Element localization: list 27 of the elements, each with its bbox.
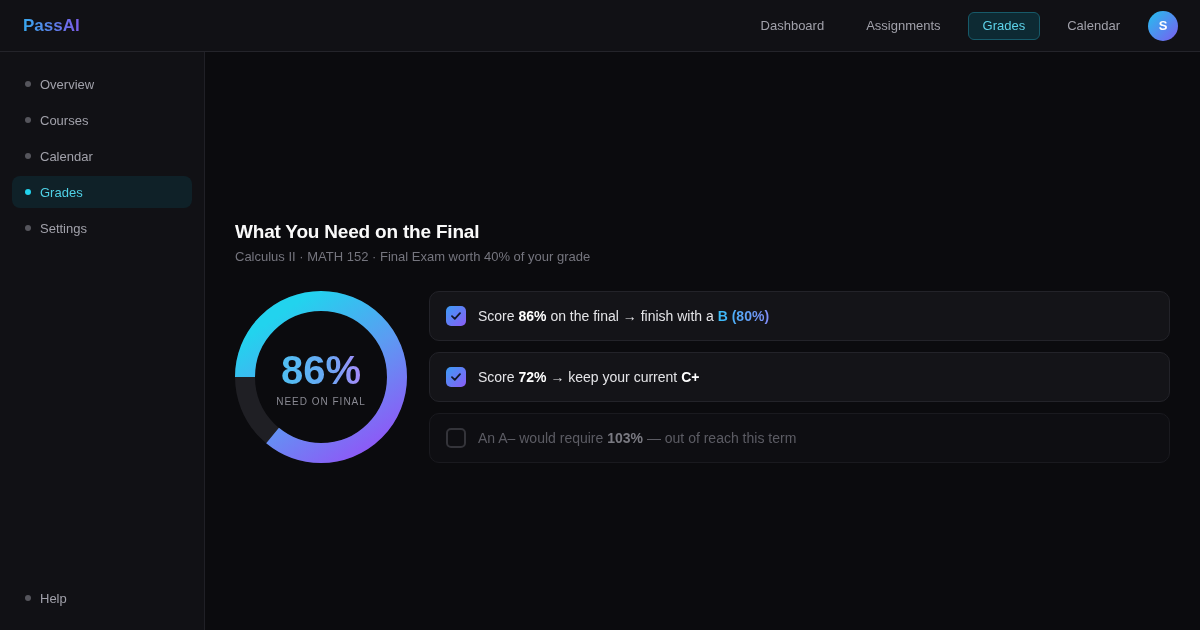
- page-title: What You Need on the Final: [235, 219, 481, 244]
- scenario-text: An A– would require 103% — out of reach this term: [478, 428, 797, 447]
- dot-icon: [25, 595, 31, 601]
- checkbox[interactable]: [446, 305, 466, 326]
- dot-icon: [25, 117, 31, 123]
- sidebar-item[interactable]: Courses: [12, 104, 192, 136]
- dot-icon: [25, 225, 31, 231]
- dot-icon: [25, 189, 31, 195]
- dot-icon: [25, 153, 31, 159]
- check-icon: [451, 311, 461, 320]
- nav-tab[interactable]: Calendar: [1052, 11, 1135, 40]
- checkbox[interactable]: [446, 366, 466, 387]
- dot-icon: [25, 81, 31, 87]
- checkbox[interactable]: [446, 427, 466, 448]
- check-icon: [451, 372, 461, 381]
- nav-tab[interactable]: Dashboard: [745, 11, 840, 40]
- scenario-text: Score 86% on the final → finish with a B (80%): [478, 306, 770, 325]
- nav-tab[interactable]: Grades: [967, 11, 1041, 40]
- sidebar-item[interactable]: Overview: [12, 68, 192, 100]
- page-subtitle: Calculus II · MATH 152 · Final Exam worth 40% of your grade: [235, 247, 592, 265]
- ring-caption: NEED ON FINAL: [276, 396, 366, 407]
- sidebar-item[interactable]: Grades: [12, 176, 192, 208]
- nav-tab[interactable]: Assignments: [851, 11, 956, 40]
- sidebar-item[interactable]: Settings: [12, 212, 192, 244]
- sidebar-item[interactable]: Calendar: [12, 140, 192, 172]
- scenario-text: Score 72% → keep your current C+: [478, 367, 700, 386]
- sidebar-item[interactable]: Help: [12, 582, 192, 614]
